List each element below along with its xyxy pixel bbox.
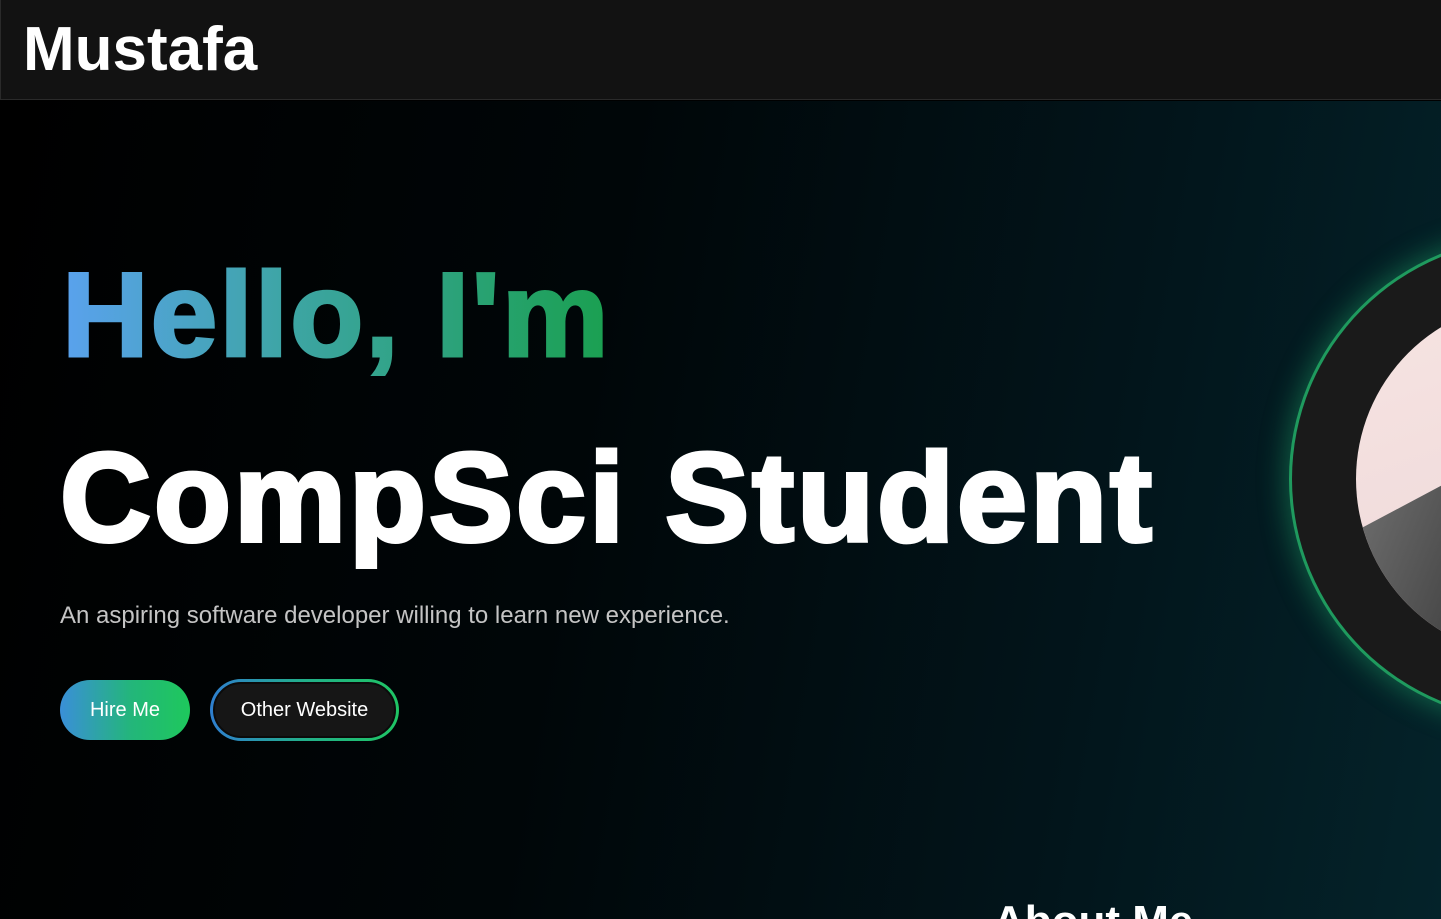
other-website-button[interactable]: Other Website <box>213 682 396 738</box>
hero-tagline: An aspiring software developer willing t… <box>60 602 730 629</box>
hero-section: Hello, I'm CompSci Student An aspiring s… <box>0 101 1441 919</box>
profile-avatar-frame <box>1292 239 1441 719</box>
site-brand-logo[interactable]: Mustafa <box>23 14 257 86</box>
hero-greeting: Hello, I'm <box>61 245 611 385</box>
avatar-photo-detail <box>1356 437 1441 657</box>
profile-avatar <box>1356 301 1441 657</box>
top-navbar: Mustafa <box>0 0 1441 100</box>
hire-me-button[interactable]: Hire Me <box>60 680 190 740</box>
other-website-button-border: Other Website <box>210 679 399 741</box>
about-section-heading: About Me <box>993 896 1193 919</box>
hero-role-title: CompSci Student <box>58 425 1156 570</box>
